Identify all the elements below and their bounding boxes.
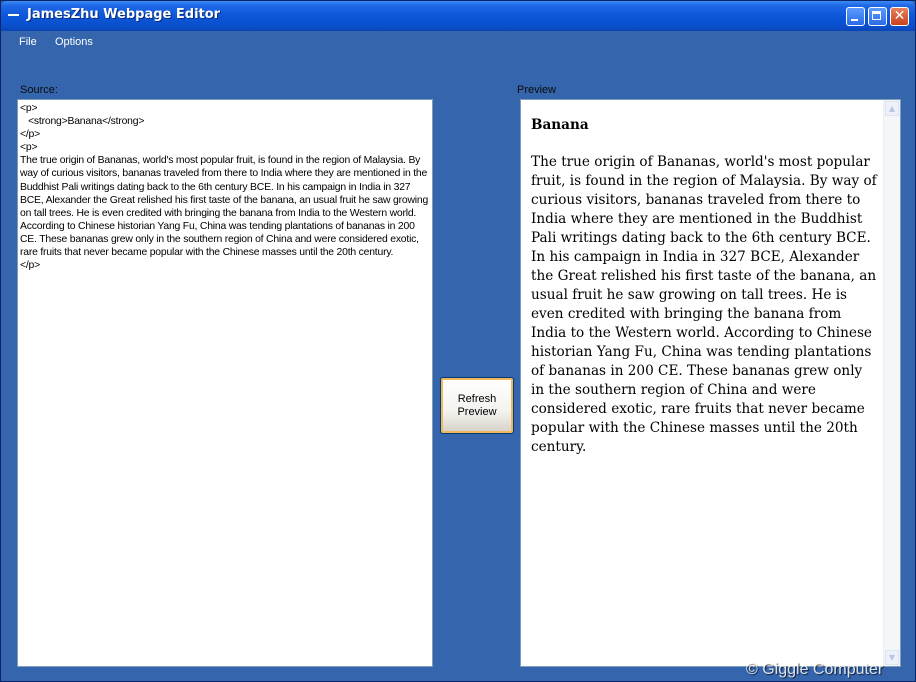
menu-bar: File Options <box>2 31 914 53</box>
close-button[interactable]: ✕ <box>890 7 909 26</box>
app-window: JamesZhu Webpage Editor ✕ File Options S… <box>0 0 916 682</box>
menu-options[interactable]: Options <box>55 36 93 48</box>
preview-label: Preview <box>517 84 557 96</box>
refresh-preview-button[interactable]: Refresh Preview <box>440 377 514 434</box>
source-label: Source: <box>20 84 58 96</box>
preview-pane[interactable]: Banana The true origin of Bananas, world… <box>520 99 901 667</box>
scroll-down-arrow-icon[interactable]: ▼ <box>885 650 899 665</box>
system-menu-icon[interactable] <box>8 14 19 16</box>
preview-heading: Banana <box>531 117 589 133</box>
scroll-up-arrow-icon[interactable]: ▲ <box>885 101 899 116</box>
menu-file[interactable]: File <box>19 36 37 48</box>
preview-scrollbar[interactable]: ▲ ▼ <box>883 100 900 666</box>
close-icon: ✕ <box>893 8 906 24</box>
window-title: JamesZhu Webpage Editor <box>27 7 221 22</box>
source-editor[interactable]: <p> <strong>Banana</strong> </p> <p> The… <box>17 99 433 667</box>
preview-paragraph: The true origin of Bananas, world's most… <box>531 154 877 455</box>
maximize-icon <box>872 11 881 20</box>
title-bar[interactable]: JamesZhu Webpage Editor ✕ <box>1 1 915 31</box>
minimize-icon <box>851 19 858 21</box>
watermark: © Giggle Computer <box>746 661 884 678</box>
maximize-button[interactable] <box>868 7 887 26</box>
preview-content: Banana The true origin of Bananas, world… <box>531 116 877 457</box>
minimize-button[interactable] <box>846 7 865 26</box>
